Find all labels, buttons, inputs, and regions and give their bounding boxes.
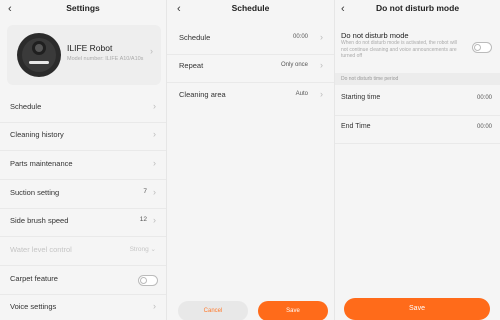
water-level-value: Strong ⌄ bbox=[129, 246, 156, 253]
chevron-right-icon: › bbox=[153, 129, 156, 139]
settings-item-water-level-control: Water level control Strong ⌄ bbox=[0, 237, 166, 265]
robot-model-number: Model number: ILIFE A10/A10s bbox=[67, 56, 144, 62]
settings-item-voice-settings[interactable]: Voice settings › bbox=[0, 294, 166, 320]
schedule-row-label: Repeat bbox=[179, 61, 204, 70]
settings-item-label: Side brush speed bbox=[10, 216, 69, 225]
dnd-row-end-time[interactable]: End Time 00:00 bbox=[335, 115, 500, 143]
settings-item-label: Voice settings bbox=[10, 302, 57, 311]
cancel-button[interactable]: Cancel bbox=[178, 301, 248, 320]
chevron-right-icon: › bbox=[150, 46, 153, 56]
settings-item-suction-setting[interactable]: Suction setting 7 › bbox=[0, 180, 166, 208]
settings-item-label: Parts maintenance bbox=[10, 159, 73, 168]
robot-name: ILIFE Robot bbox=[67, 43, 113, 53]
dnd-panel: ‹ Do not disturb mode Do not disturb mod… bbox=[335, 0, 500, 320]
dnd-row-label: End Time bbox=[341, 123, 371, 130]
settings-header: ‹ Settings bbox=[0, 0, 166, 20]
section-header-label: Do not disturb time period bbox=[341, 76, 399, 82]
schedule-row-repeat[interactable]: Repeat Only once › bbox=[167, 53, 334, 83]
side-brush-value: 12 bbox=[139, 216, 147, 223]
settings-item-side-brush-speed[interactable]: Side brush speed 12 › bbox=[0, 208, 166, 236]
save-button[interactable]: Save bbox=[344, 298, 490, 320]
settings-panel: ‹ Settings ILIFE Robot Model number: ILI… bbox=[0, 0, 166, 320]
dnd-mode-label: Do not disturb mode bbox=[341, 31, 409, 40]
settings-item-cleaning-history[interactable]: Cleaning history › bbox=[0, 122, 166, 150]
settings-item-label: Suction setting bbox=[10, 188, 60, 197]
dnd-row-value: 00:00 bbox=[476, 124, 492, 130]
section-header: Do not disturb time period bbox=[335, 73, 500, 85]
settings-item-carpet-feature: Carpet feature bbox=[0, 266, 166, 294]
schedule-panel: ‹ Schedule Schedule 00:00 › Repeat Only … bbox=[167, 0, 334, 320]
page-title: Do not disturb mode bbox=[375, 3, 460, 13]
chevron-right-icon: › bbox=[153, 101, 156, 111]
schedule-row-label: Schedule bbox=[179, 33, 211, 42]
page-title: Schedule bbox=[231, 3, 270, 13]
chevron-right-icon: › bbox=[153, 187, 156, 197]
schedule-header: ‹ Schedule bbox=[167, 0, 334, 20]
chevron-right-icon: › bbox=[153, 301, 156, 311]
schedule-row-cleaning-area[interactable]: Cleaning area Auto › bbox=[167, 82, 334, 112]
chevron-right-icon: › bbox=[320, 32, 323, 42]
dnd-row-value: 00:00 bbox=[476, 95, 492, 101]
schedule-row-value: Auto bbox=[295, 91, 308, 97]
schedule-row-value: 00:00 bbox=[292, 34, 308, 40]
dnd-header: ‹ Do not disturb mode bbox=[335, 0, 500, 20]
chevron-right-icon: › bbox=[153, 158, 156, 168]
toggle-knob bbox=[140, 277, 147, 284]
dnd-mode-toggle[interactable] bbox=[472, 42, 492, 53]
save-button[interactable]: Save bbox=[258, 301, 328, 320]
dnd-description: When do not disturb mode is activated, t… bbox=[341, 40, 457, 59]
carpet-feature-toggle[interactable] bbox=[138, 275, 158, 286]
chevron-right-icon: › bbox=[320, 60, 323, 70]
chevron-right-icon: › bbox=[320, 89, 323, 99]
settings-item-label: Water level control bbox=[10, 245, 72, 254]
dnd-row-label: Starting time bbox=[341, 94, 381, 101]
chevron-right-icon: › bbox=[153, 215, 156, 225]
settings-item-parts-maintenance[interactable]: Parts maintenance › bbox=[0, 151, 166, 179]
schedule-row-label: Cleaning area bbox=[179, 90, 226, 99]
suction-value: 7 bbox=[143, 188, 147, 195]
schedule-row-time[interactable]: Schedule 00:00 › bbox=[167, 25, 334, 55]
settings-item-schedule[interactable]: Schedule › bbox=[0, 94, 166, 122]
page-title: Settings bbox=[66, 3, 100, 13]
settings-item-label: Schedule bbox=[10, 102, 42, 111]
robot-card[interactable]: ILIFE Robot Model number: ILIFE A10/A10s… bbox=[7, 25, 161, 85]
schedule-row-value: Only once bbox=[280, 62, 308, 68]
settings-item-label: Cleaning history bbox=[10, 130, 64, 139]
settings-item-label: Carpet feature bbox=[10, 274, 58, 283]
robot-vacuum-icon bbox=[17, 33, 61, 77]
toggle-knob bbox=[474, 44, 481, 51]
divider bbox=[335, 143, 500, 144]
dnd-row-start-time[interactable]: Starting time 00:00 bbox=[335, 86, 500, 114]
